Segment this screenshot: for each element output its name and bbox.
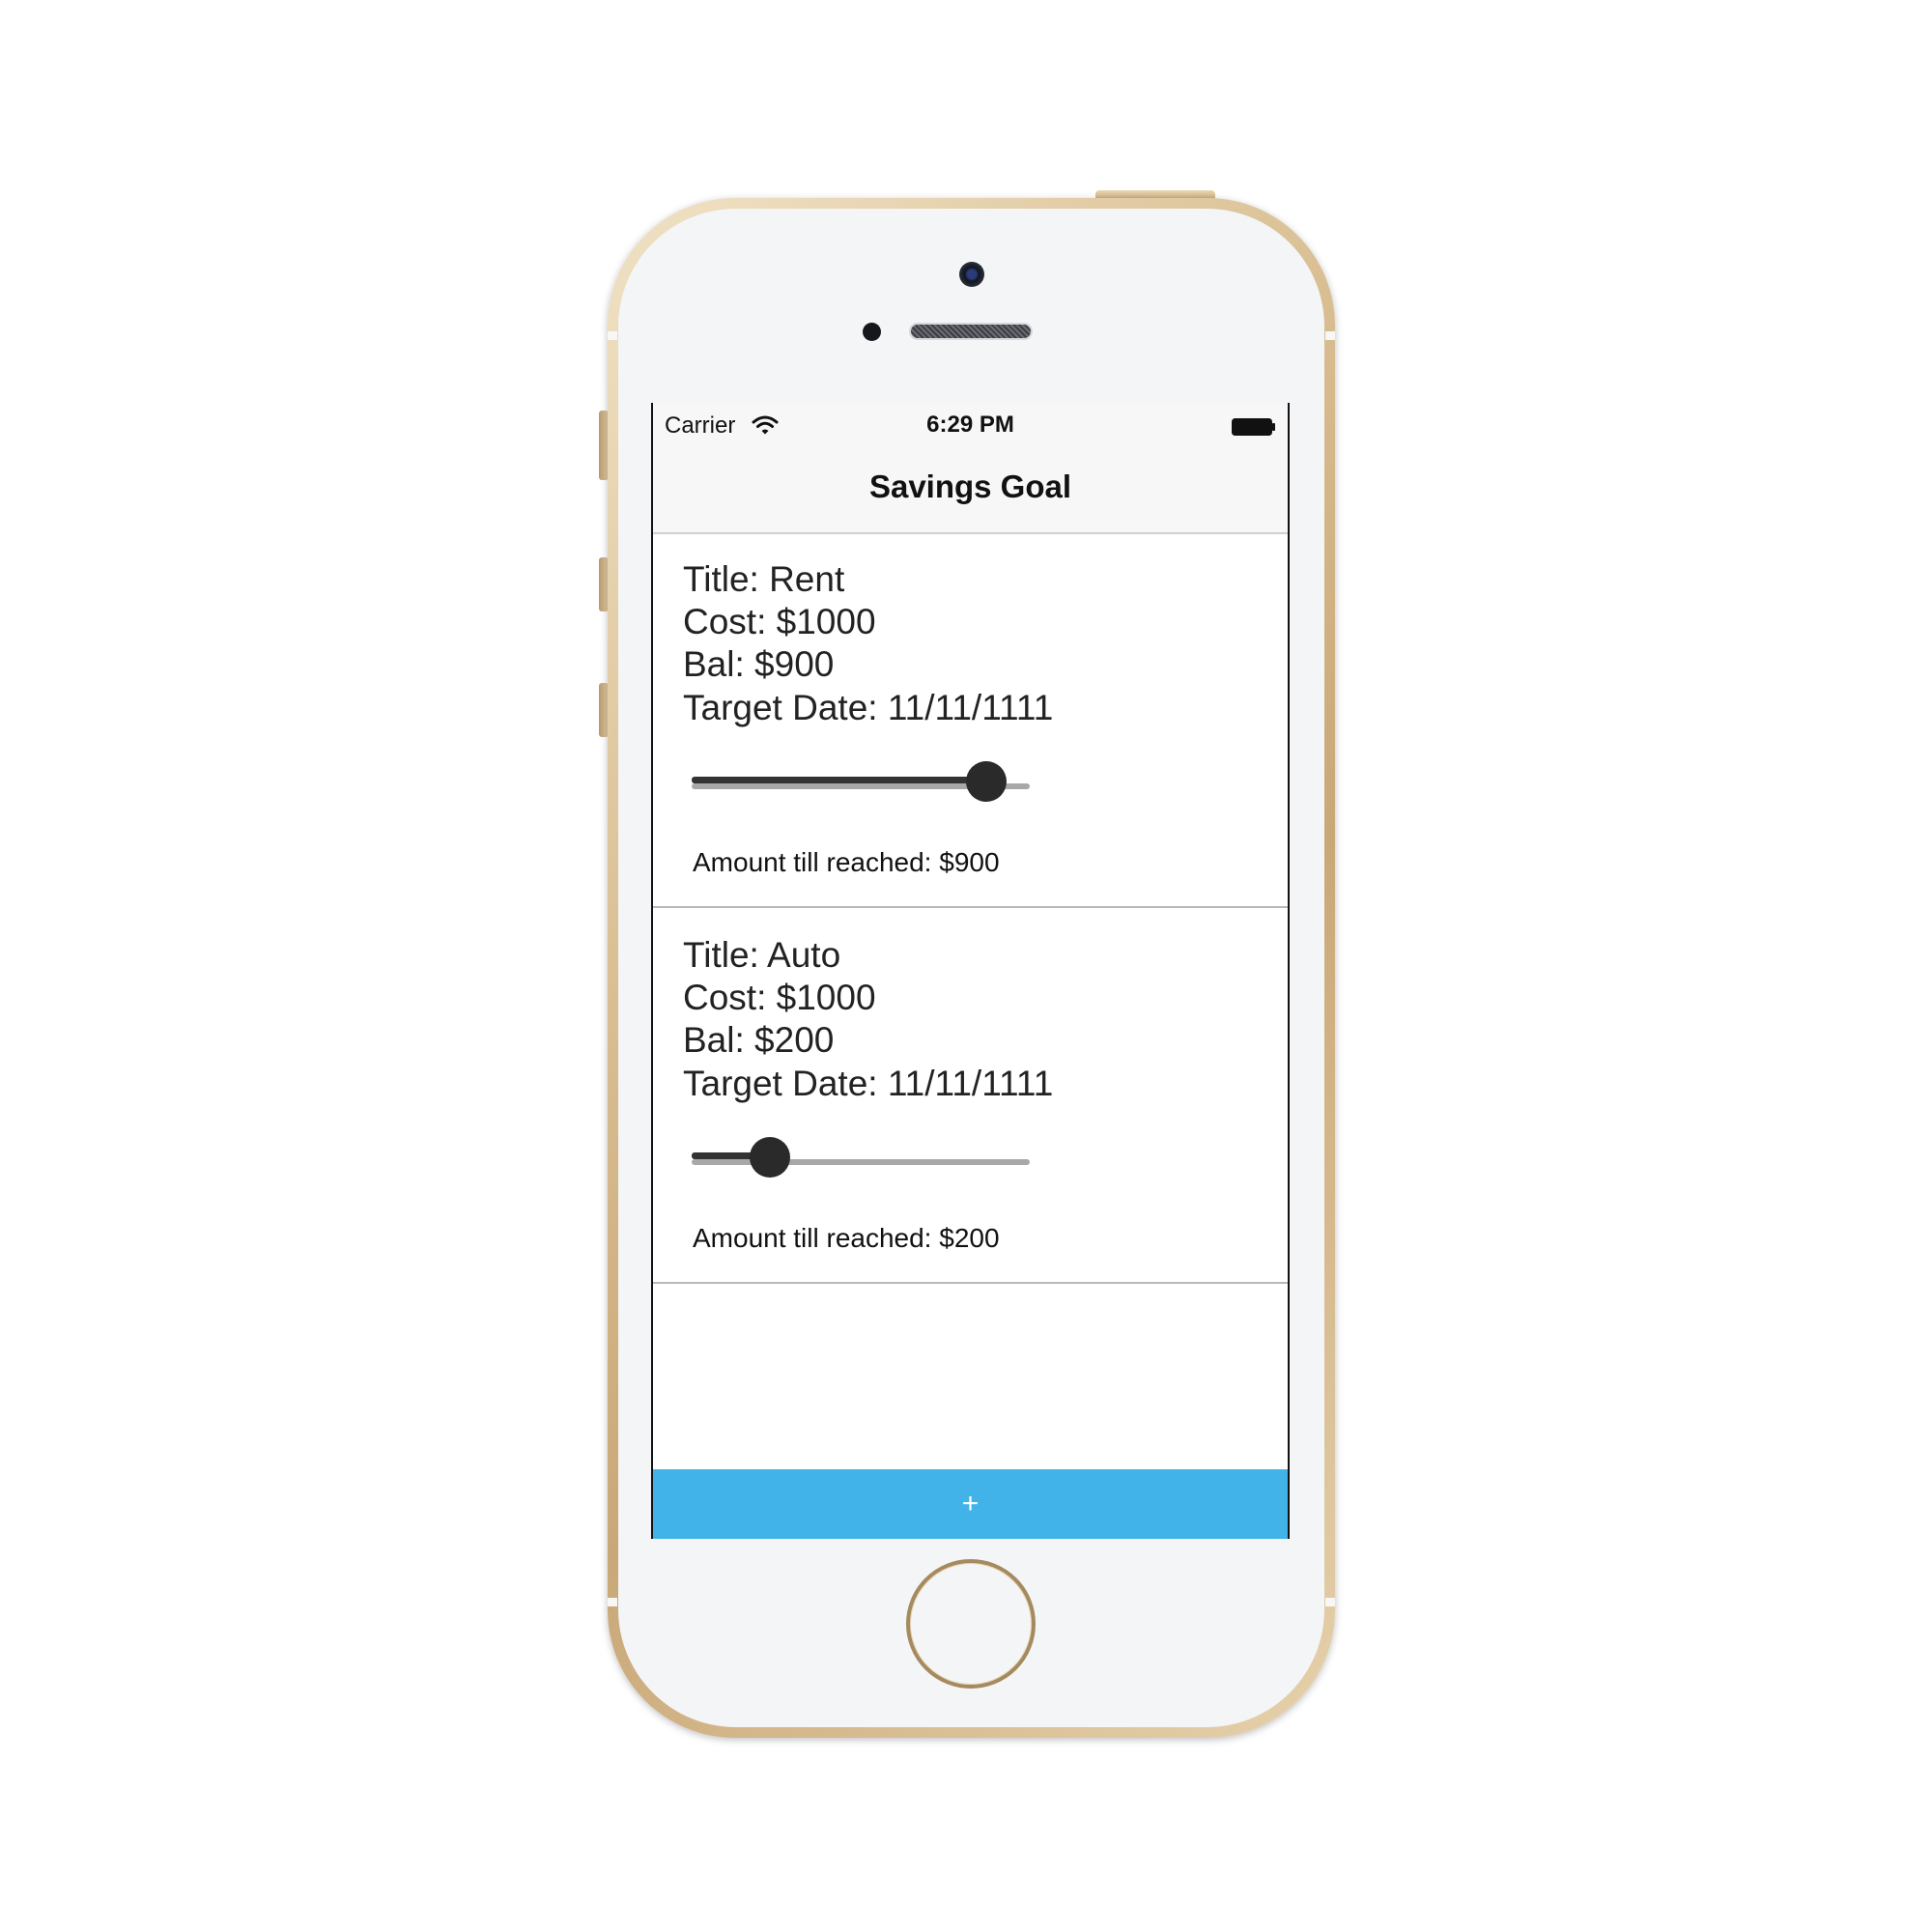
front-camera <box>959 262 984 287</box>
goal-title: Title: Rent <box>683 559 845 599</box>
proximity-sensor <box>863 323 881 341</box>
goal-cost: Cost: $1000 <box>683 602 876 641</box>
goal-card-rent[interactable]: Title: Rent Cost: $1000 Bal: $900 Target… <box>653 534 1288 908</box>
earpiece-speaker <box>909 323 1033 340</box>
slider-thumb[interactable] <box>965 761 1007 802</box>
slider-track <box>692 1159 1030 1165</box>
goal-card-auto[interactable]: Title: Auto Cost: $1000 Bal: $200 Target… <box>653 910 1288 1284</box>
add-goal-button[interactable]: + <box>653 1469 1288 1539</box>
navigation-bar: Savings Goal <box>653 449 1288 534</box>
goal-target-date: Target Date: 11/11/1111 <box>683 688 1054 727</box>
page-title: Savings Goal <box>868 469 1072 504</box>
status-time: 6:29 PM <box>926 412 1014 438</box>
antenna-line <box>1325 1598 1335 1606</box>
antenna-line <box>1325 331 1335 340</box>
goal-progress-slider[interactable] <box>692 757 1030 806</box>
amount-till-reached: Amount till reached: $900 <box>693 847 1000 877</box>
goal-title: Title: Auto <box>683 935 841 975</box>
antenna-line <box>608 1598 617 1606</box>
antenna-line <box>608 331 617 340</box>
battery-icon <box>1232 418 1275 436</box>
goal-cost: Cost: $1000 <box>683 978 876 1017</box>
goal-target-date: Target Date: 11/11/1111 <box>683 1064 1054 1103</box>
slider-thumb[interactable] <box>749 1137 790 1178</box>
app-screen: Carrier 6:29 PM Savings Goal Title: Rent… <box>651 403 1290 1539</box>
goal-progress-slider[interactable] <box>692 1133 1030 1181</box>
status-bar: Carrier 6:29 PM <box>653 403 1288 449</box>
goal-balance: Bal: $900 <box>683 644 835 684</box>
goal-balance: Bal: $200 <box>683 1020 835 1060</box>
amount-till-reached: Amount till reached: $200 <box>693 1223 1000 1253</box>
slider-fill <box>692 777 986 783</box>
home-button[interactable] <box>906 1559 1036 1689</box>
